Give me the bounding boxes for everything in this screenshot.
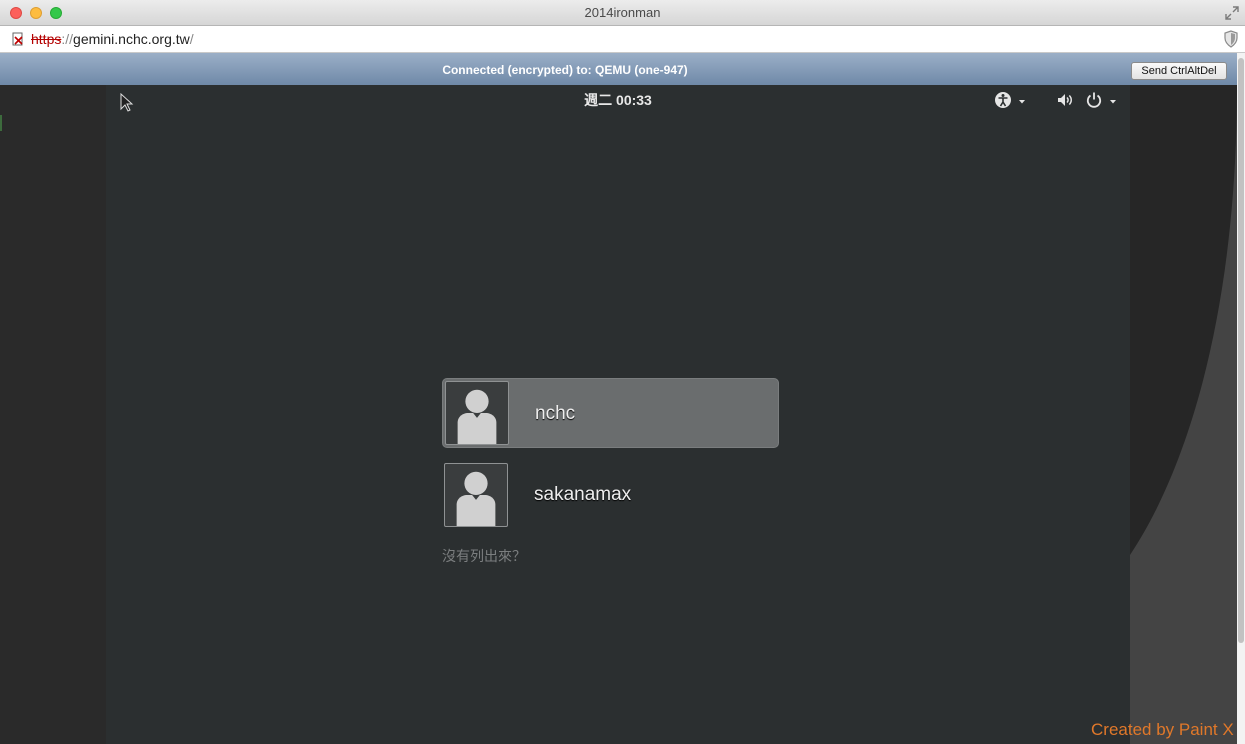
vnc-canvas[interactable]: 週二 00:33 nchc sakanamax 沒有列出來？	[0, 85, 1237, 744]
url-host: gemini.nchc.org.tw	[73, 31, 190, 47]
volume-icon[interactable]	[1056, 91, 1074, 109]
send-ctrlaltdel-button[interactable]: Send CtrlAltDel	[1131, 62, 1227, 80]
url-text[interactable]: https://gemini.nchc.org.tw/	[31, 31, 194, 47]
vnc-connection-status: Connected (encrypted) to: QEMU (one-947)	[442, 63, 688, 77]
user-row-sakanamax[interactable]: sakanamax	[442, 460, 779, 530]
url-scheme: https	[31, 31, 62, 47]
person-silhouette-icon	[457, 389, 497, 444]
window-title: 2014ironman	[584, 5, 661, 20]
not-listed-link[interactable]: 沒有列出來？	[442, 546, 526, 566]
scroll-thumb[interactable]	[1238, 58, 1244, 643]
user-avatar-icon	[444, 463, 508, 527]
vnc-status-bar: Connected (encrypted) to: QEMU (one-947)…	[0, 53, 1245, 85]
window-titlebar: 2014ironman	[0, 0, 1245, 26]
user-row-nchc[interactable]: nchc	[442, 378, 779, 448]
watermark: Created by Paint X	[1091, 720, 1234, 739]
user-avatar-icon	[445, 381, 509, 445]
power-icon[interactable]	[1086, 91, 1118, 109]
url-separator: ://	[61, 31, 74, 47]
gdm-login-screen: 週二 00:33 nchc sakanamax 沒有列出來？	[106, 85, 1130, 744]
shield-icon[interactable]	[1223, 30, 1239, 48]
clock[interactable]: 週二 00:33	[106, 90, 1130, 110]
fullscreen-icon[interactable]	[1225, 6, 1239, 20]
insecure-lock-icon[interactable]	[11, 32, 25, 46]
user-name: nchc	[535, 403, 576, 424]
background-curve	[1130, 85, 1237, 744]
user-name: sakanamax	[534, 484, 632, 505]
gdm-top-bar: 週二 00:33	[106, 85, 1130, 113]
edge-marker	[0, 115, 2, 131]
url-trail: /	[189, 31, 194, 47]
person-silhouette-icon	[456, 471, 496, 526]
page-scrollbar[interactable]	[1237, 53, 1245, 744]
canvas-left-margin	[0, 85, 106, 744]
accessibility-icon[interactable]	[994, 91, 1026, 109]
mouse-cursor-icon	[120, 93, 134, 112]
url-bar[interactable]: https://gemini.nchc.org.tw/	[0, 26, 1245, 53]
